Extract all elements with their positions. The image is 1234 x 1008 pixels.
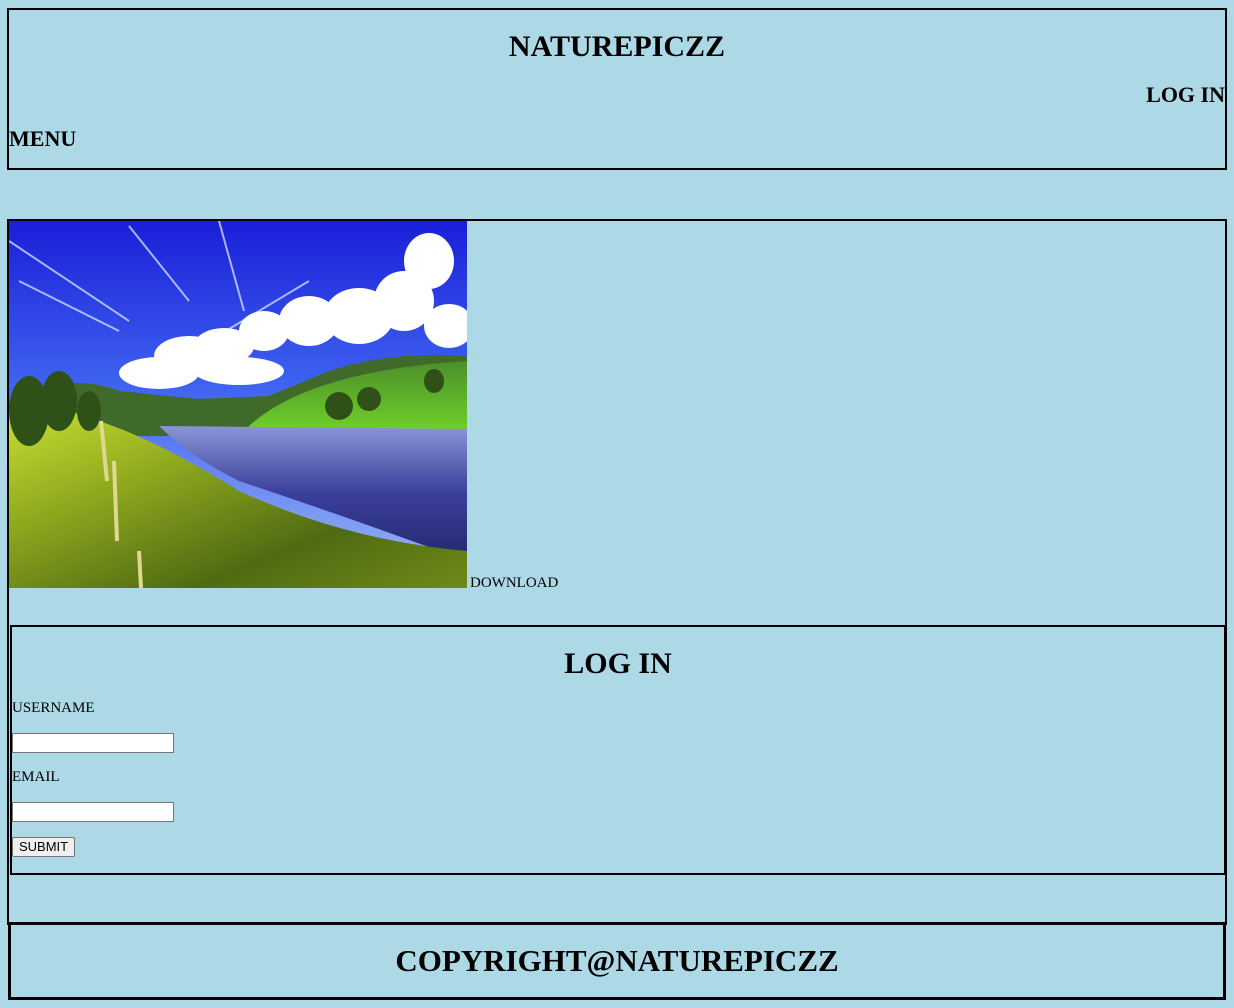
download-link[interactable]: DOWNLOAD xyxy=(470,574,558,592)
menu-link[interactable]: MENU xyxy=(9,126,76,152)
login-link[interactable]: LOG IN xyxy=(1146,82,1225,108)
main-content: DOWNLOAD LOG IN USERNAME EMAIL SUBMIT xyxy=(7,219,1227,925)
copyright-text: COPYRIGHT@NATUREPICZZ xyxy=(395,943,839,978)
login-form: LOG IN USERNAME EMAIL SUBMIT xyxy=(10,625,1226,875)
submit-button[interactable]: SUBMIT xyxy=(12,837,76,857)
username-input[interactable] xyxy=(12,733,174,753)
site-title: NATUREPICZZ xyxy=(508,30,726,63)
site-footer: COPYRIGHT@NATUREPICZZ xyxy=(8,922,1226,1000)
email-input[interactable] xyxy=(12,802,174,822)
username-label: USERNAME xyxy=(12,700,95,716)
landscape-photo xyxy=(9,221,467,588)
site-header: NATUREPICZZ LOG IN MENU xyxy=(7,8,1227,170)
email-label: EMAIL xyxy=(12,769,60,785)
login-heading: LOG IN xyxy=(564,647,672,680)
